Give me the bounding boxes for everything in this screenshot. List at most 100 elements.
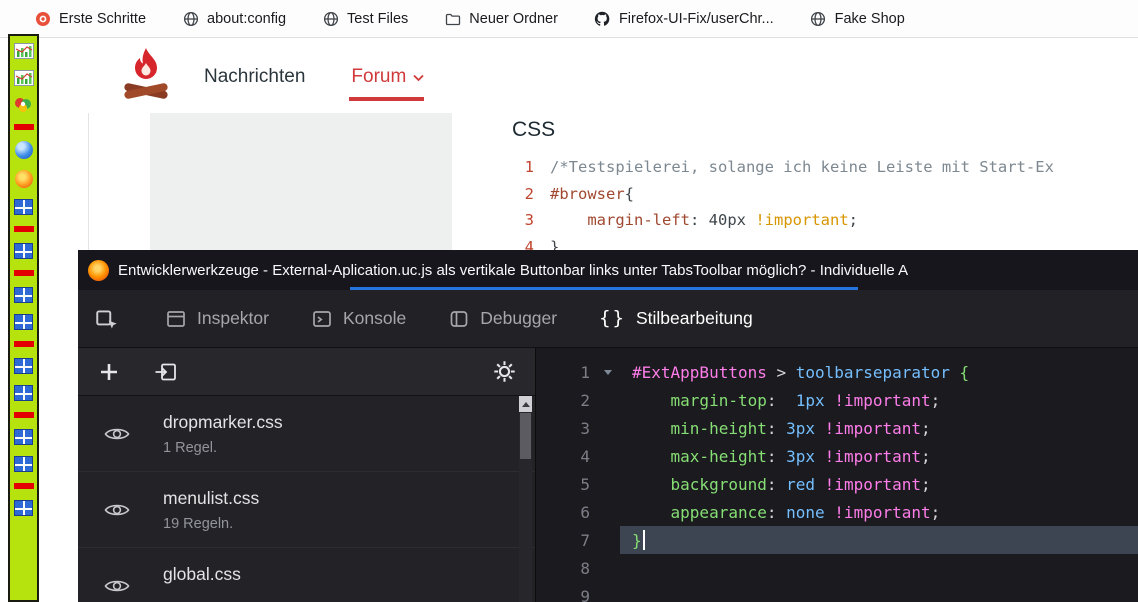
visibility-eye-icon[interactable] bbox=[104, 425, 130, 443]
bookmark-item[interactable]: Fake Shop bbox=[810, 10, 905, 27]
campfire-logo-icon[interactable] bbox=[120, 44, 172, 106]
post-card-edge bbox=[88, 113, 89, 253]
editor-line[interactable]: 2 margin-top: 1px !important; bbox=[536, 386, 1138, 414]
colorful-app-button[interactable] bbox=[14, 97, 34, 113]
bookmark-item[interactable]: Firefox-UI-Fix/userChr... bbox=[594, 10, 774, 27]
editor-line[interactable]: 3 min-height: 3px !important; bbox=[536, 414, 1138, 442]
bookmark-label: Erste Schritte bbox=[59, 11, 146, 27]
globe-button[interactable] bbox=[15, 141, 33, 159]
window-button[interactable] bbox=[14, 314, 33, 330]
toolbar-separator bbox=[14, 270, 34, 276]
code-text: #ExtAppButtons > toolbarseparator { bbox=[620, 358, 1138, 386]
window-button[interactable] bbox=[14, 199, 33, 215]
badge-icon bbox=[34, 10, 51, 27]
editor-line[interactable]: 1#ExtAppButtons > toolbarseparator { bbox=[536, 358, 1138, 386]
line-number: 8 bbox=[536, 559, 620, 578]
chart-button[interactable] bbox=[14, 70, 34, 86]
tab-stilbearbeitung[interactable]: {} Stilbearbeitung bbox=[578, 290, 774, 347]
stylesheet-info: global.css bbox=[163, 564, 241, 602]
nav-item-nachrichten[interactable]: Nachrichten bbox=[204, 66, 305, 88]
bookmark-item[interactable]: Neuer Ordner bbox=[444, 10, 558, 27]
code-text bbox=[620, 554, 1138, 582]
bookmark-item[interactable]: about:config bbox=[182, 10, 286, 27]
stylesheet-rules: 19 Regeln. bbox=[163, 516, 259, 532]
bookmark-item[interactable]: Erste Schritte bbox=[34, 10, 146, 27]
line-number: 2 bbox=[536, 391, 620, 410]
tab-debugger[interactable]: Debugger bbox=[427, 290, 578, 347]
devtools-titlebar[interactable]: Entwicklerwerkzeuge - External-Aplicatio… bbox=[78, 250, 1138, 290]
editor-line[interactable]: 4 max-height: 3px !important; bbox=[536, 442, 1138, 470]
stylesheet-item[interactable]: dropmarker.css 1 Regel. bbox=[78, 396, 535, 472]
stylesheet-item[interactable]: menulist.css19 Regeln. bbox=[78, 472, 535, 548]
devtools-main: dropmarker.css 1 Regel. menulist.css19 Reg… bbox=[78, 348, 1138, 602]
window-button[interactable] bbox=[14, 456, 33, 472]
line-number: 4 bbox=[536, 447, 620, 466]
debugger-icon bbox=[448, 308, 470, 330]
visibility-eye-icon[interactable] bbox=[104, 501, 130, 519]
style-editor-source[interactable]: 1#ExtAppButtons > toolbarseparator {2 ma… bbox=[536, 348, 1138, 602]
bookmark-label: Neuer Ordner bbox=[469, 11, 558, 27]
scrollbar[interactable] bbox=[519, 396, 532, 602]
screen: Erste Schritte about:config Test Files Neue… bbox=[0, 0, 1138, 602]
pick-element-icon[interactable] bbox=[94, 306, 120, 332]
line-number: 2 bbox=[512, 181, 534, 208]
bookmark-label: Fake Shop bbox=[835, 11, 905, 27]
style-editor-sidebar: dropmarker.css 1 Regel. menulist.css19 Reg… bbox=[78, 348, 536, 602]
code-text: background: red !important; bbox=[620, 470, 1138, 498]
window-button[interactable] bbox=[14, 287, 33, 303]
editor-line[interactable]: 5 background: red !important; bbox=[536, 470, 1138, 498]
globe-icon bbox=[322, 10, 339, 27]
bookmark-label: Firefox-UI-Fix/userChr... bbox=[619, 11, 774, 27]
gear-icon[interactable] bbox=[492, 359, 517, 384]
tab-inspektor[interactable]: Inspektor bbox=[144, 290, 290, 347]
window-button[interactable] bbox=[14, 385, 33, 401]
content-placeholder-image bbox=[150, 113, 452, 258]
tab-label: Stilbearbeitung bbox=[636, 308, 753, 329]
line-number: 1 bbox=[536, 363, 620, 382]
forum-post-code-block: CSS 1/*Testspielerei, solange ich keine … bbox=[512, 118, 1138, 260]
toolbar-separator bbox=[14, 124, 34, 130]
scroll-up-button[interactable] bbox=[519, 396, 532, 412]
code-text: } bbox=[620, 526, 1138, 554]
code-text: margin-top: 1px !important; bbox=[620, 386, 1138, 414]
globe-icon bbox=[810, 10, 827, 27]
code-block-lines: 1/*Testspielerei, solange ich keine Leis… bbox=[512, 154, 1138, 260]
stylesheet-item[interactable]: global.css bbox=[78, 548, 535, 602]
tab-label: Inspektor bbox=[197, 308, 269, 329]
window-button[interactable] bbox=[14, 243, 33, 259]
line-number: 1 bbox=[512, 154, 534, 181]
fold-arrow-icon[interactable] bbox=[604, 370, 612, 375]
new-stylesheet-button[interactable] bbox=[98, 361, 120, 383]
firefox-button[interactable] bbox=[15, 170, 33, 188]
window-button[interactable] bbox=[14, 429, 33, 445]
editor-line[interactable]: 8 bbox=[536, 554, 1138, 582]
bookmark-label: about:config bbox=[207, 11, 286, 27]
bookmark-label: Test Files bbox=[347, 11, 408, 27]
line-number: 9 bbox=[536, 587, 620, 602]
stylesheet-name: dropmarker.css bbox=[163, 412, 283, 433]
visibility-eye-icon[interactable] bbox=[104, 577, 130, 595]
window-button[interactable] bbox=[14, 500, 33, 516]
code-line: 3 margin-left: 40px !important; bbox=[512, 207, 1138, 234]
devtools-tabbar: Inspektor Konsole Debugger {} Stilbearbeitun… bbox=[78, 290, 1138, 348]
stylesheet-name: global.css bbox=[163, 564, 241, 585]
code-text: #browser{ bbox=[550, 181, 634, 208]
nav-label: Forum bbox=[351, 66, 406, 88]
editor-line[interactable]: 7} bbox=[536, 526, 1138, 554]
tab-konsole[interactable]: Konsole bbox=[290, 290, 427, 347]
line-number: 6 bbox=[536, 503, 620, 522]
editor-line[interactable]: 6 appearance: none !important; bbox=[536, 498, 1138, 526]
braces-icon: {} bbox=[599, 307, 626, 329]
import-stylesheet-button[interactable] bbox=[154, 361, 178, 383]
vertical-button-toolbar bbox=[8, 34, 39, 602]
bookmark-item[interactable]: Test Files bbox=[322, 10, 408, 27]
chart-button[interactable] bbox=[14, 43, 34, 59]
scrollbar-thumb[interactable] bbox=[520, 413, 531, 459]
editor-line[interactable]: 9 bbox=[536, 582, 1138, 602]
window-button[interactable] bbox=[14, 358, 33, 374]
inspector-icon bbox=[165, 308, 187, 330]
stylesheet-rules: 1 Regel. bbox=[163, 440, 283, 456]
style-editor-toolbar bbox=[78, 348, 535, 396]
nav-item-forum[interactable]: Forum bbox=[351, 66, 424, 88]
tab-label: Debugger bbox=[480, 308, 557, 329]
